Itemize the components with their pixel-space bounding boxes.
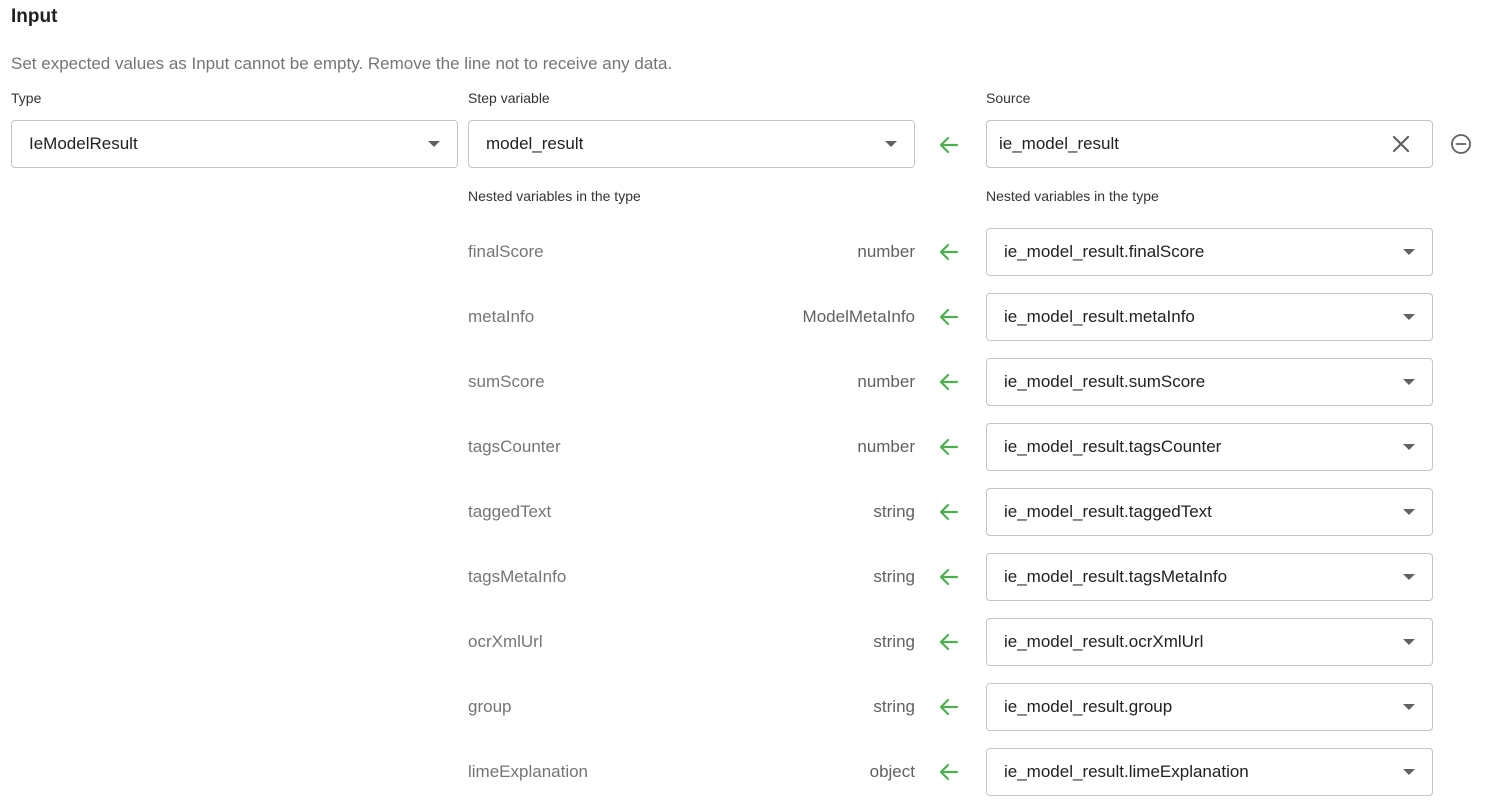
- nested-source-select[interactable]: ie_model_result.tagsMetaInfo: [986, 553, 1433, 601]
- section-title: Input: [11, 6, 58, 27]
- nested-var-type: string: [873, 697, 915, 716]
- arrow-left-icon: [939, 438, 959, 456]
- chevron-down-icon: [1403, 704, 1415, 710]
- nested-var-name: taggedText: [468, 502, 552, 521]
- chevron-down-icon: [1403, 639, 1415, 645]
- nested-source-value: ie_model_result.ocrXmlUrl: [1004, 632, 1204, 651]
- nested-variables-label: Nested variables in the type: [468, 188, 641, 204]
- arrow-left-icon: [939, 373, 959, 391]
- nested-source-value: ie_model_result.group: [1004, 697, 1173, 716]
- nested-var-name: sumScore: [468, 372, 545, 391]
- remove-circle-icon[interactable]: [1450, 133, 1472, 155]
- arrow-left-icon: [939, 503, 959, 521]
- nested-var-name: limeExplanation: [468, 762, 589, 781]
- chevron-down-icon: [1403, 769, 1415, 775]
- nested-var-type: string: [873, 567, 915, 586]
- chevron-down-icon: [1403, 509, 1415, 515]
- nested-source-select[interactable]: ie_model_result.sumScore: [986, 358, 1433, 406]
- nested-source-select[interactable]: ie_model_result.taggedText: [986, 488, 1433, 536]
- nested-var-type: string: [873, 502, 915, 521]
- nested-source-select[interactable]: ie_model_result.tagsCounter: [986, 423, 1433, 471]
- nested-var-name: finalScore: [468, 242, 544, 261]
- nested-var-name: group: [468, 697, 512, 716]
- chevron-down-icon: [1403, 249, 1415, 255]
- source-input-value: ie_model_result: [999, 134, 1120, 153]
- nested-source-select[interactable]: ie_model_result.limeExplanation: [986, 748, 1433, 796]
- nested-source-value: ie_model_result.limeExplanation: [1004, 762, 1249, 781]
- step-variable-column-label: Step variable: [468, 90, 550, 106]
- chevron-down-icon: [1403, 379, 1415, 385]
- nested-source-select[interactable]: ie_model_result.finalScore: [986, 228, 1433, 276]
- type-select[interactable]: IeModelResult: [11, 120, 458, 168]
- nested-var-type: object: [869, 762, 915, 781]
- source-input[interactable]: ie_model_result: [986, 120, 1433, 168]
- nested-variables-source-label: Nested variables in the type: [986, 188, 1159, 204]
- step-variable-select[interactable]: model_result: [468, 120, 915, 168]
- close-icon[interactable]: [1390, 133, 1412, 155]
- chevron-down-icon: [885, 141, 897, 147]
- nested-var-type: ModelMetaInfo: [802, 307, 915, 326]
- arrow-left-icon: [939, 763, 959, 781]
- source-column-label: Source: [986, 90, 1031, 106]
- nested-source-value: ie_model_result.tagsCounter: [1004, 437, 1222, 456]
- arrow-left-icon: [939, 136, 959, 154]
- arrow-left-icon: [939, 308, 959, 326]
- chevron-down-icon: [428, 141, 440, 147]
- nested-source-value: ie_model_result.metaInfo: [1004, 307, 1195, 326]
- type-column-label: Type: [11, 90, 42, 106]
- nested-var-name: tagsMetaInfo: [468, 567, 567, 586]
- chevron-down-icon: [1403, 574, 1415, 580]
- arrow-left-icon: [939, 243, 959, 261]
- nested-var-type: number: [857, 437, 915, 456]
- nested-var-name: tagsCounter: [468, 437, 561, 456]
- type-select-value: IeModelResult: [29, 134, 138, 153]
- nested-source-select[interactable]: ie_model_result.group: [986, 683, 1433, 731]
- chevron-down-icon: [1403, 314, 1415, 320]
- nested-var-type: string: [873, 632, 915, 651]
- arrow-left-icon: [939, 633, 959, 651]
- nested-source-value: ie_model_result.taggedText: [1004, 502, 1212, 521]
- arrow-left-icon: [939, 568, 959, 586]
- nested-source-value: ie_model_result.sumScore: [1004, 372, 1206, 391]
- chevron-down-icon: [1403, 444, 1415, 450]
- nested-source-select[interactable]: ie_model_result.metaInfo: [986, 293, 1433, 341]
- step-variable-select-value: model_result: [486, 134, 584, 153]
- nested-source-value: ie_model_result.finalScore: [1004, 242, 1205, 261]
- section-hint: Set expected values as Input cannot be e…: [11, 54, 673, 73]
- arrow-left-icon: [939, 698, 959, 716]
- nested-var-name: ocrXmlUrl: [468, 632, 543, 651]
- nested-var-type: number: [857, 242, 915, 261]
- nested-source-value: ie_model_result.tagsMetaInfo: [1004, 567, 1228, 586]
- nested-var-name: metaInfo: [468, 307, 535, 326]
- nested-source-select[interactable]: ie_model_result.ocrXmlUrl: [986, 618, 1433, 666]
- nested-var-type: number: [857, 372, 915, 391]
- input-section: Input Set expected values as Input canno…: [0, 0, 1486, 802]
